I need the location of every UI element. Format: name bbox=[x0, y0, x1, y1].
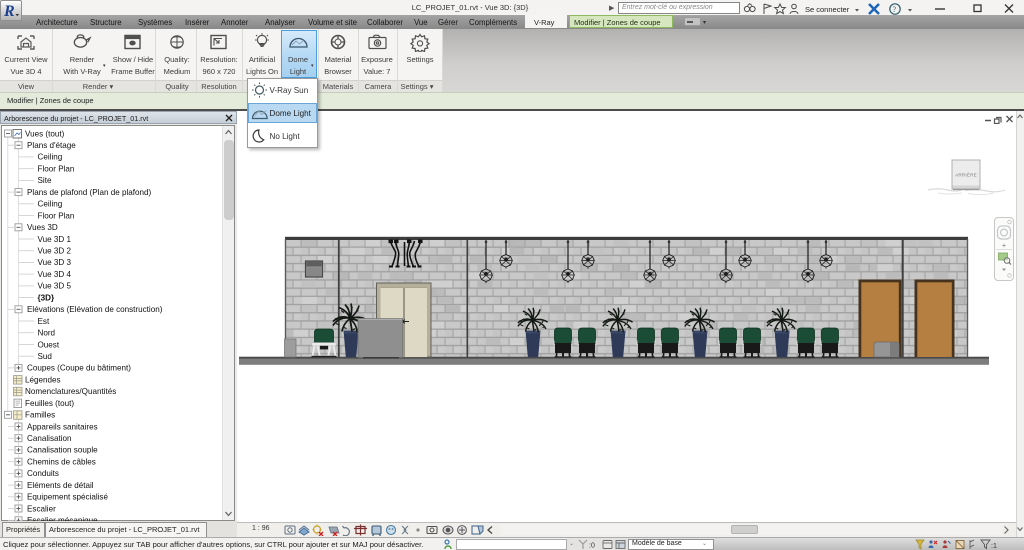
svg-text:Vues 3D: Vues 3D bbox=[27, 223, 58, 232]
svg-text:Ceiling: Ceiling bbox=[38, 153, 63, 162]
svg-text:R: R bbox=[3, 3, 15, 20]
svg-text:ARRIÈRE: ARRIÈRE bbox=[955, 172, 977, 178]
svg-text:Vues (tout): Vues (tout) bbox=[25, 129, 65, 138]
svg-text:Site: Site bbox=[38, 176, 52, 185]
svg-text:V-Ray Sun: V-Ray Sun bbox=[270, 85, 309, 94]
svg-text:Familles: Familles bbox=[25, 411, 55, 420]
svg-text:{3D}: {3D} bbox=[38, 293, 55, 302]
svg-text:Nomenclatures/Quantités: Nomenclatures/Quantités bbox=[25, 387, 116, 396]
svg-text:No Light: No Light bbox=[270, 131, 301, 140]
svg-text:Vue 3D 1: Vue 3D 1 bbox=[38, 235, 72, 244]
svg-text:Nord: Nord bbox=[38, 329, 56, 338]
svg-text:?: ? bbox=[893, 5, 897, 14]
svg-text:Plans d'étage: Plans d'étage bbox=[27, 141, 76, 150]
svg-text:Elévations (Elévation de const: Elévations (Elévation de construction) bbox=[27, 305, 163, 314]
svg-text:Canalisation souple: Canalisation souple bbox=[27, 446, 98, 455]
svg-text::1: :1 bbox=[991, 543, 997, 550]
svg-text:Est: Est bbox=[38, 317, 50, 326]
svg-text:Ceiling: Ceiling bbox=[38, 200, 63, 209]
svg-text:Vue 3D 4: Vue 3D 4 bbox=[38, 270, 72, 279]
svg-text:Dome Light: Dome Light bbox=[270, 109, 312, 118]
svg-text:Se connecter: Se connecter bbox=[805, 5, 850, 14]
svg-text:Vue 3D 2: Vue 3D 2 bbox=[38, 247, 72, 256]
svg-text:Ouest: Ouest bbox=[38, 340, 60, 349]
svg-text:Coupes (Coupe du bâtiment): Coupes (Coupe du bâtiment) bbox=[27, 364, 131, 373]
svg-text:Conduits: Conduits bbox=[27, 469, 59, 478]
svg-text:Plans de plafond (Plan de plaf: Plans de plafond (Plan de plafond) bbox=[27, 188, 151, 197]
svg-text:Floor Plan: Floor Plan bbox=[38, 211, 75, 220]
svg-text:Floor Plan: Floor Plan bbox=[38, 165, 75, 174]
svg-text:Feuilles (tout): Feuilles (tout) bbox=[25, 399, 74, 408]
svg-text::0: :0 bbox=[589, 543, 595, 550]
svg-text:Canalisation: Canalisation bbox=[27, 434, 72, 443]
svg-text:Escalier: Escalier bbox=[27, 504, 56, 513]
svg-text:Chemins de câbles: Chemins de câbles bbox=[27, 458, 96, 467]
svg-text:Vue 3D 3: Vue 3D 3 bbox=[38, 258, 72, 267]
svg-text:Eléments de détail: Eléments de détail bbox=[27, 481, 94, 490]
svg-text:Sud: Sud bbox=[38, 352, 52, 361]
svg-text:Appareils sanitaires: Appareils sanitaires bbox=[27, 422, 98, 431]
svg-text:Légendes: Légendes bbox=[25, 375, 61, 384]
svg-text:Equipement spécialisé: Equipement spécialisé bbox=[27, 493, 108, 502]
svg-text:Vue 3D 5: Vue 3D 5 bbox=[38, 282, 72, 291]
